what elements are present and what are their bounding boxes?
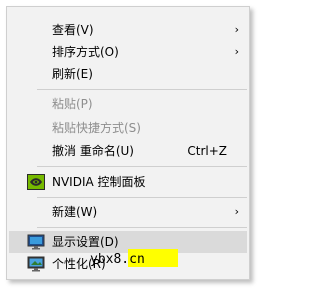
menu-item-label: 撤消 重命名(U) xyxy=(52,144,134,158)
chevron-right-icon: › xyxy=(234,45,239,58)
menu-item-label: NVIDIA 控制面板 xyxy=(52,175,146,189)
watermark-text: ybx8.cn xyxy=(90,252,145,267)
menu-item-nvidia-control-panel[interactable]: NVIDIA 控制面板 xyxy=(9,171,247,193)
nvidia-icon xyxy=(27,174,45,190)
context-menu: 查看(V) › 排序方式(O) › 刷新(E) 粘贴(P) 粘贴快捷方式(S) … xyxy=(6,6,250,280)
display-settings-icon xyxy=(27,234,45,250)
menu-item-paste-shortcut: 粘贴快捷方式(S) xyxy=(9,117,247,139)
menu-item-refresh[interactable]: 刷新(E) xyxy=(9,63,247,85)
personalize-icon xyxy=(27,256,45,272)
menu-item-undo-rename[interactable]: 撤消 重命名(U) Ctrl+Z xyxy=(9,140,247,162)
menu-item-label: 查看(V) xyxy=(52,23,94,37)
menu-separator xyxy=(37,227,247,228)
menu-separator xyxy=(37,197,247,198)
menu-item-new[interactable]: 新建(W) › xyxy=(9,201,247,223)
menu-item-label: 显示设置(D) xyxy=(52,235,119,249)
menu-item-label: 刷新(E) xyxy=(52,67,93,81)
menu-item-label: 新建(W) xyxy=(52,205,98,219)
chevron-right-icon: › xyxy=(234,205,239,218)
menu-item-label: 排序方式(O) xyxy=(52,45,119,59)
menu-separator xyxy=(37,89,247,90)
menu-item-label: 粘贴快捷方式(S) xyxy=(52,121,141,135)
menu-item-shortcut: Ctrl+Z xyxy=(187,144,227,158)
menu-item-sort-by[interactable]: 排序方式(O) › xyxy=(9,41,247,63)
menu-separator xyxy=(37,166,247,167)
menu-item-label: 粘贴(P) xyxy=(52,97,93,111)
chevron-right-icon: › xyxy=(234,23,239,36)
menu-item-paste: 粘贴(P) xyxy=(9,93,247,115)
menu-item-view[interactable]: 查看(V) › xyxy=(9,19,247,41)
